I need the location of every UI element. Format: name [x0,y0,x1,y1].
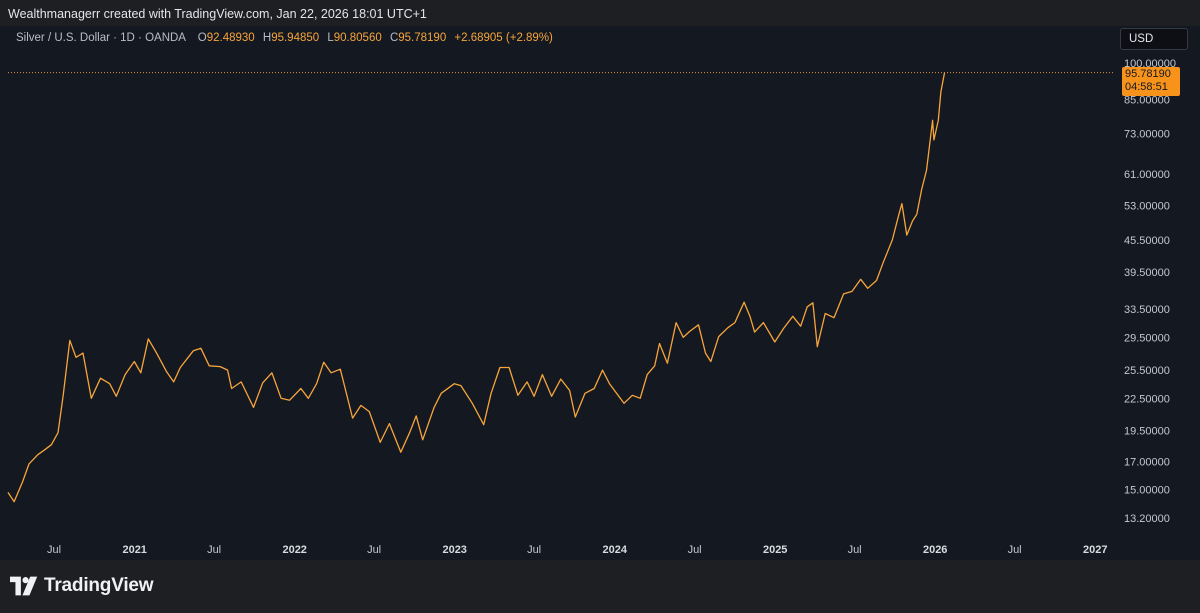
time-tick-label: Jul [367,544,381,556]
price-tick-label: 45.50000 [1124,235,1170,247]
price-tick-label: 39.50000 [1124,267,1170,279]
price-tick-label: 19.50000 [1124,425,1170,437]
price-tick-label: 85.00000 [1124,95,1170,107]
series-area [7,72,946,503]
tradingview-logo-icon [10,576,38,596]
time-tick-label: 2026 [923,544,947,556]
price-tick-label: 25.50000 [1124,365,1170,377]
time-tick-label: 2023 [442,544,466,556]
time-tick-label: Jul [688,544,702,556]
time-tick-label: Jul [848,544,862,556]
time-tick-label: 2022 [282,544,306,556]
time-tick-label: Jul [1008,544,1022,556]
low-value: 90.80560 [333,32,382,44]
symbol-legend: Silver / U.S. Dollar · 1D · OANDA O92.48… [16,32,558,44]
price-tick-label: 53.00000 [1124,201,1170,213]
close-value: 95.78190 [398,32,447,44]
time-tick-label: 2027 [1083,544,1107,556]
low-key: L [327,32,334,44]
silver-price-series-0 [7,72,946,503]
symbol-name: Silver / U.S. Dollar · 1D · OANDA [16,32,186,44]
currency-label: USD [1129,33,1154,45]
time-tick-label: Jul [47,544,61,556]
price-axis[interactable]: 100.0000085.0000073.0000061.0000053.0000… [1124,58,1176,525]
price-tick-label: 17.00000 [1124,456,1170,468]
close-key: C [389,32,399,44]
price-tick-label: 22.50000 [1124,393,1170,405]
price-tick-label: 61.00000 [1124,169,1170,181]
open-key: O [197,32,207,44]
open-value: 92.48930 [206,32,255,44]
brand-name: TradingView [44,575,154,596]
time-axis[interactable]: Jul 2021 Jul 2022 Jul 2023 Jul 2024 Jul 2025 Jul 20… [47,544,1108,556]
chart-frame[interactable]: 100.00000 85.00000 73.00000 61.00000 53.0000… [0,26,1200,560]
price-tick-label: 15.00000 [1124,484,1170,496]
high-value: 95.94850 [271,32,320,44]
tradingview-brand[interactable]: TradingView [10,575,154,597]
time-tick-label: Jul [527,544,541,556]
attribution-text: Wealthmanagerr created with TradingView.… [8,7,427,21]
currency-button[interactable]: USD [1120,28,1188,50]
price-chart[interactable]: 100.0000085.0000073.0000061.0000053.0000… [0,26,1200,560]
last-price-tag: 95.78190 04:58:51 [1122,67,1180,96]
time-tick-label: Jul [207,544,221,556]
time-tick-label: 2021 [122,544,146,556]
price-tick-label: 29.50000 [1124,332,1170,344]
time-tick-label: 2025 [763,544,787,556]
price-tick-label: 13.20000 [1124,513,1170,525]
price-tick-label: 73.00000 [1124,129,1170,141]
footer-bar: TradingView [0,560,1200,613]
bar-countdown: 04:58:51 [1125,81,1168,93]
high-key: H [262,32,272,44]
time-tick-label: 2024 [603,544,628,556]
change-value: +2.68905 (+2.89%) [454,32,553,44]
price-tick-label: 33.50000 [1124,304,1170,316]
attribution-bar: Wealthmanagerr created with TradingView.… [0,0,1200,26]
last-price: 95.78190 [1125,68,1171,80]
